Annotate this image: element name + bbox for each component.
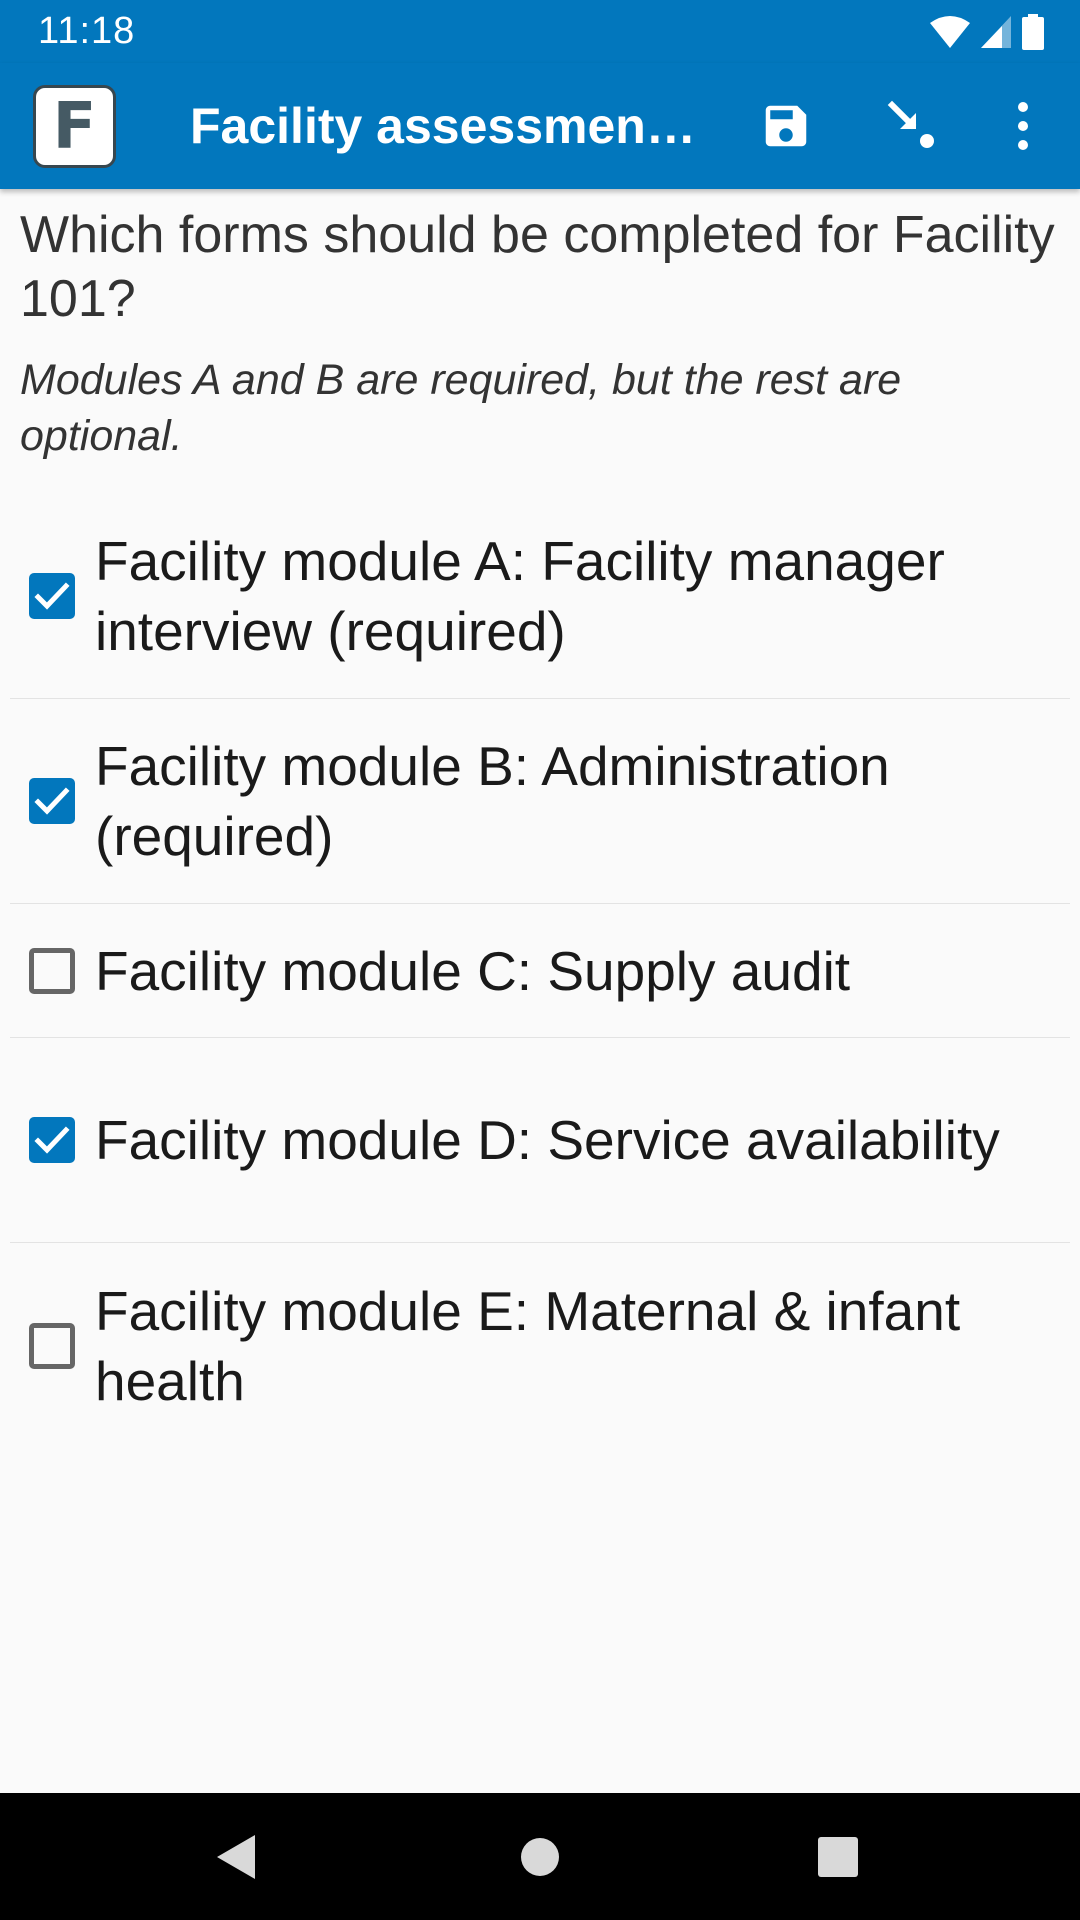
jump-icon (887, 100, 934, 148)
form-title-text: Facility assessmen… (190, 98, 696, 154)
checkbox-unchecked[interactable] (29, 947, 75, 994)
more-options-button[interactable] (987, 90, 1059, 162)
checkmark-icon (34, 1126, 70, 1154)
more-vertical-icon (1018, 102, 1028, 150)
cellular-signal-icon (981, 15, 1011, 48)
option-module-d[interactable]: Facility module D: Service availability (10, 1038, 1070, 1243)
battery-icon (1022, 13, 1044, 50)
recents-button[interactable] (808, 1827, 868, 1887)
screen: 11:18 F Facility assessmen… Which forms … (0, 0, 1080, 1920)
option-label: Facility module C: Supply audit (95, 939, 851, 1002)
navigation-bar (0, 1793, 1080, 1920)
option-module-e[interactable]: Facility module E: Maternal & infant hea… (10, 1243, 1070, 1448)
option-module-a[interactable]: Facility module A: Facility manager inte… (10, 494, 1070, 699)
question-label: Which forms should be completed for Faci… (20, 206, 1055, 328)
checkmark-icon (34, 787, 70, 815)
checkbox-checked[interactable] (29, 573, 75, 619)
form-title: Facility assessmen… (190, 63, 710, 189)
option-label: Facility module D: Service availability (95, 1109, 1000, 1171)
status-time: 11:18 (38, 10, 136, 52)
wifi-icon (930, 15, 970, 48)
option-label: Facility module B: Administration (requi… (95, 735, 890, 867)
status-bar: 11:18 (0, 0, 1080, 63)
save-icon (765, 105, 807, 147)
recents-icon (818, 1837, 858, 1877)
home-button[interactable] (510, 1827, 570, 1887)
app-logo: F (33, 85, 116, 168)
save-button[interactable] (750, 90, 822, 162)
option-module-b[interactable]: Facility module B: Administration (requi… (10, 699, 1070, 904)
checkmark-icon (34, 582, 70, 610)
checkbox-checked[interactable] (29, 1117, 75, 1163)
option-label: Facility module E: Maternal & infant hea… (95, 1279, 961, 1412)
checkbox-unchecked[interactable] (29, 1322, 75, 1369)
checkbox-checked[interactable] (29, 778, 75, 824)
status-icons (930, 13, 1044, 50)
question-hint: Modules A and B are required, but the re… (20, 356, 902, 460)
jump-button[interactable] (877, 90, 949, 162)
back-icon (217, 1835, 255, 1879)
back-button[interactable] (207, 1827, 267, 1887)
home-icon (521, 1838, 559, 1876)
option-module-c[interactable]: Facility module C: Supply audit (10, 904, 1070, 1038)
app-logo-letter: F (52, 89, 97, 164)
option-label: Facility module A: Facility manager inte… (95, 530, 945, 662)
app-bar: F Facility assessmen… (0, 63, 1080, 189)
select-multiple-options: Facility module A: Facility manager inte… (10, 494, 1070, 1448)
